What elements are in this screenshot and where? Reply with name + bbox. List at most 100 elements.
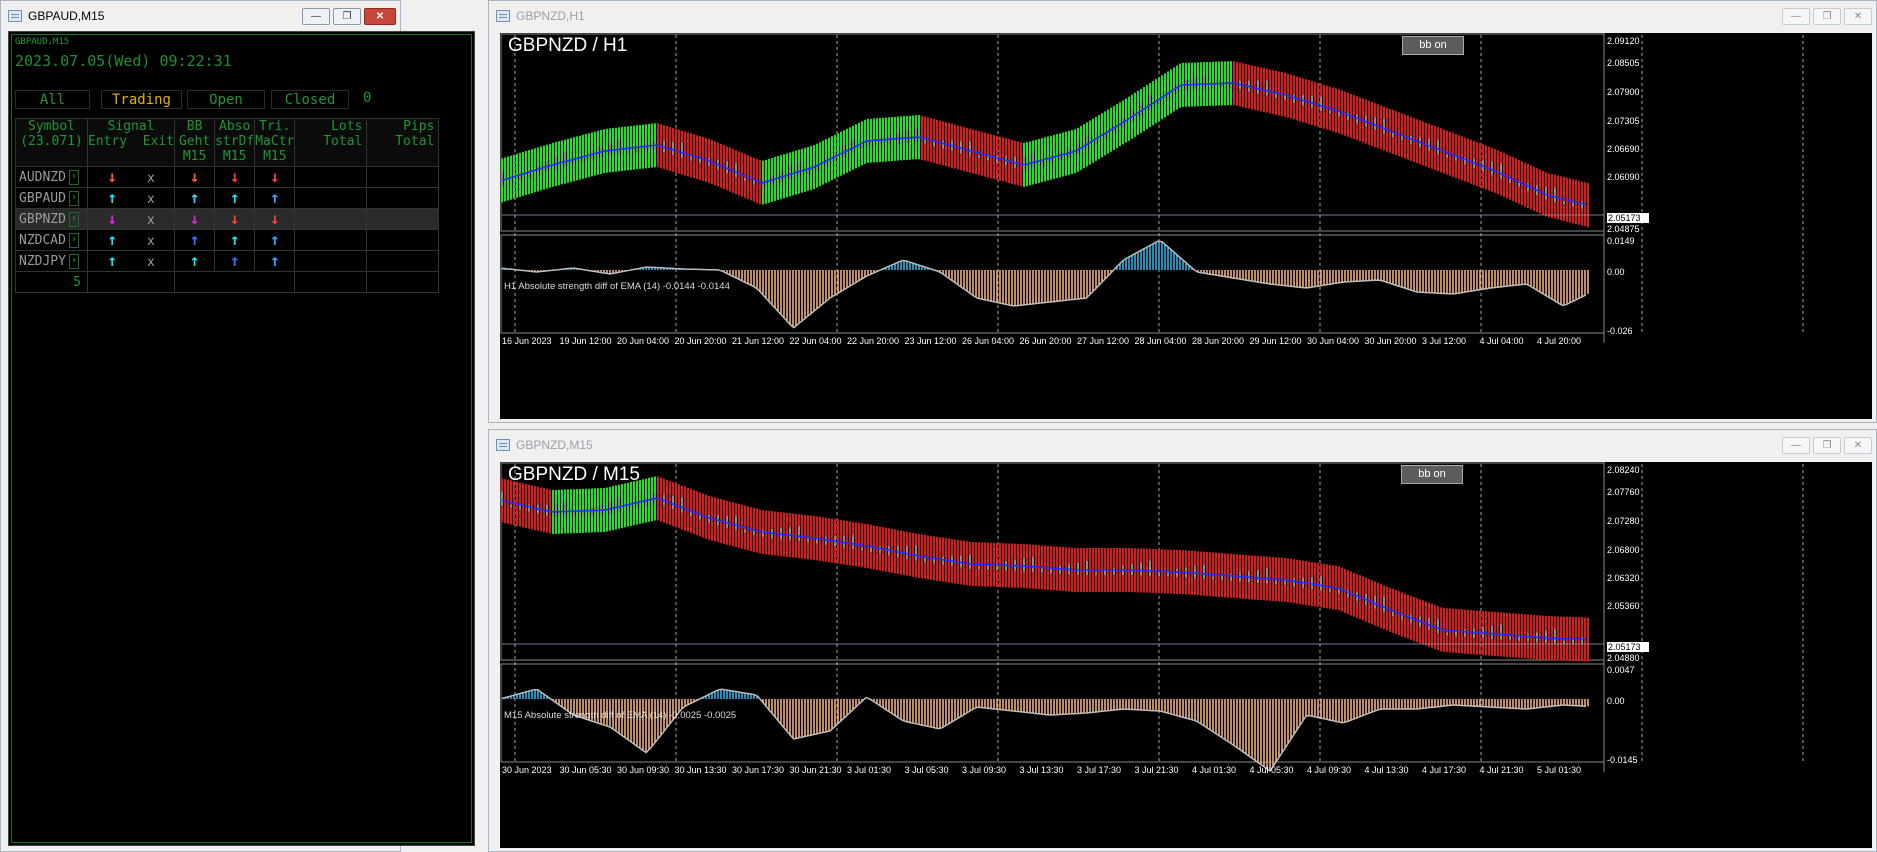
time-axis-label: 4 Jul 17:30: [1422, 765, 1467, 775]
row-signal: ↑ x: [86, 250, 176, 272]
time-axis-label: 4 Jul 09:30: [1307, 765, 1352, 775]
current-price-label: 2.05173: [1607, 642, 1649, 652]
col-pips[interactable]: Pips Total: [366, 118, 440, 167]
col-abs[interactable]: Abso strDf M15: [214, 118, 256, 167]
filter-closed-button[interactable]: Closed: [271, 90, 349, 109]
row-abs: ↑: [214, 229, 256, 251]
table-row[interactable]: NZDJPY › ↑ x ↑ ↑ ↑: [15, 250, 440, 272]
row-pips: [366, 166, 440, 188]
bb-on-button[interactable]: bb on: [1402, 36, 1464, 55]
row-tri: ↓: [254, 166, 296, 188]
m15-chart-area[interactable]: GBPNZD / M15 bb on M15 Absolute strength…: [500, 462, 1872, 848]
minimize-button[interactable]: —: [302, 8, 330, 25]
chevron-right-icon[interactable]: ›: [68, 211, 79, 227]
time-axis-label: 26 Jun 20:00: [1019, 336, 1072, 346]
row-bb: ↓: [174, 166, 216, 188]
close-button[interactable]: ✕: [364, 8, 396, 25]
table-row[interactable]: GBPAUD › ↑ x ↑ ↑ ↑: [15, 187, 440, 209]
col-symbol[interactable]: Symbol (23.071): [15, 118, 88, 167]
m15-chart-canvas: [500, 462, 1804, 773]
filter-open-button[interactable]: Open: [187, 90, 265, 109]
row-tri: ↑: [254, 187, 296, 209]
minimize-button[interactable]: —: [1782, 437, 1810, 454]
h1-chart-area[interactable]: GBPNZD / H1 bb on H1 Absolute strength d…: [500, 33, 1872, 419]
table-footer: 5: [15, 271, 440, 293]
row-symbol[interactable]: GBPAUD ›: [15, 187, 88, 209]
time-axis-label: 30 Jun 20:00: [1364, 336, 1417, 346]
row-pips: [366, 187, 440, 209]
row-symbol[interactable]: AUDNZD ›: [15, 166, 88, 188]
price-axis-label: 2.06320: [1607, 573, 1640, 583]
m15-chart-window: GBPNZD,M15 — ❐ ✕ GBPNZD / M15 bb on M15 …: [488, 429, 1877, 852]
total-count: 5: [15, 271, 88, 293]
table-row[interactable]: NZDCAD › ↑ x ↑ ↑ ↑: [15, 229, 440, 251]
price-axis-label: 2.07900: [1607, 87, 1640, 97]
time-axis-label: 30 Jun 2023: [502, 765, 552, 775]
price-axis-label: 2.09120: [1607, 36, 1640, 46]
time-axis-label: 4 Jul 13:30: [1364, 765, 1409, 775]
table-row[interactable]: GBPNZD › ↓ x ↓ ↓ ↓: [15, 208, 440, 230]
chevron-right-icon[interactable]: ›: [68, 232, 79, 248]
col-bb[interactable]: BB Geht M15: [174, 118, 216, 167]
row-bb: ↓: [174, 208, 216, 230]
chart-window-icon: [8, 10, 22, 22]
row-bb: ↑: [174, 250, 216, 272]
time-axis-label: 26 Jun 04:00: [962, 336, 1015, 346]
entry-arrow-icon: ↑: [107, 251, 117, 270]
row-abs: ↓: [214, 208, 256, 230]
time-axis-label: 3 Jul 12:00: [1422, 336, 1467, 346]
row-symbol[interactable]: NZDJPY ›: [15, 250, 88, 272]
chevron-right-icon[interactable]: ›: [68, 169, 79, 185]
time-axis-label: 3 Jul 09:30: [962, 765, 1007, 775]
h1-titlebar[interactable]: GBPNZD,H1 — ❐ ✕: [489, 1, 1876, 31]
row-lots: [294, 208, 368, 230]
price-axis-label: 2.06800: [1607, 545, 1640, 555]
close-button[interactable]: ✕: [1844, 8, 1872, 25]
filter-count: 0: [363, 90, 372, 106]
indicator-axis-label: 0.00: [1607, 267, 1625, 277]
time-axis-label: 21 Jun 12:00: [732, 336, 785, 346]
table-row[interactable]: AUDNZD › ↓ x ↓ ↓ ↓: [15, 166, 440, 188]
entry-arrow-icon: ↑: [107, 230, 117, 249]
price-axis-label: 2.08240: [1607, 465, 1640, 475]
col-signal[interactable]: Signal Entry Exit: [86, 118, 176, 167]
h1-window-title: GBPNZD,H1: [516, 9, 585, 23]
row-bb: ↑: [174, 187, 216, 209]
terminal-titlebar[interactable]: GBPAUD,M15 — ❐ ✕: [1, 1, 400, 31]
abs-arrow-icon: ↑: [229, 230, 240, 249]
filter-trading-button[interactable]: Trading: [101, 90, 182, 109]
tri-arrow-icon: ↑: [269, 188, 280, 207]
row-lots: [294, 250, 368, 272]
row-lots: [294, 187, 368, 209]
col-tri[interactable]: Tri. MaCtr M15: [254, 118, 296, 167]
col-lots[interactable]: Lots Total: [294, 118, 368, 167]
maximize-button[interactable]: ❐: [1813, 8, 1841, 25]
chevron-right-icon[interactable]: ›: [68, 253, 79, 269]
time-axis-label: 22 Jun 04:00: [789, 336, 842, 346]
abs-arrow-icon: ↓: [229, 209, 240, 228]
maximize-button[interactable]: ❐: [1813, 437, 1841, 454]
time-axis-label: 4 Jul 21:30: [1479, 765, 1524, 775]
abs-arrow-icon: ↓: [229, 167, 240, 186]
row-symbol[interactable]: GBPNZD ›: [15, 208, 88, 230]
minimize-button[interactable]: —: [1782, 8, 1810, 25]
row-symbol[interactable]: NZDCAD ›: [15, 229, 88, 251]
price-axis-label: 2.05360: [1607, 601, 1640, 611]
indicator-axis-label: 0.0149: [1607, 236, 1635, 246]
time-axis-label: 30 Jun 04:00: [1307, 336, 1360, 346]
m15-titlebar[interactable]: GBPNZD,M15 — ❐ ✕: [489, 430, 1876, 460]
bb-on-button[interactable]: bb on: [1401, 465, 1463, 484]
maximize-button[interactable]: ❐: [333, 8, 361, 25]
tri-arrow-icon: ↑: [269, 251, 280, 270]
close-button[interactable]: ✕: [1844, 437, 1872, 454]
filter-all-button[interactable]: All: [15, 90, 90, 109]
row-lots: [294, 229, 368, 251]
entry-arrow-icon: ↑: [107, 188, 117, 207]
entry-arrow-icon: ↓: [107, 167, 117, 186]
bb-arrow-icon: ↑: [189, 230, 200, 249]
tri-arrow-icon: ↑: [269, 230, 280, 249]
bb-arrow-icon: ↓: [189, 209, 200, 228]
chevron-right-icon[interactable]: ›: [68, 190, 79, 206]
price-axis-label: 2.06690: [1607, 144, 1640, 154]
time-axis-label: 30 Jun 17:30: [732, 765, 785, 775]
